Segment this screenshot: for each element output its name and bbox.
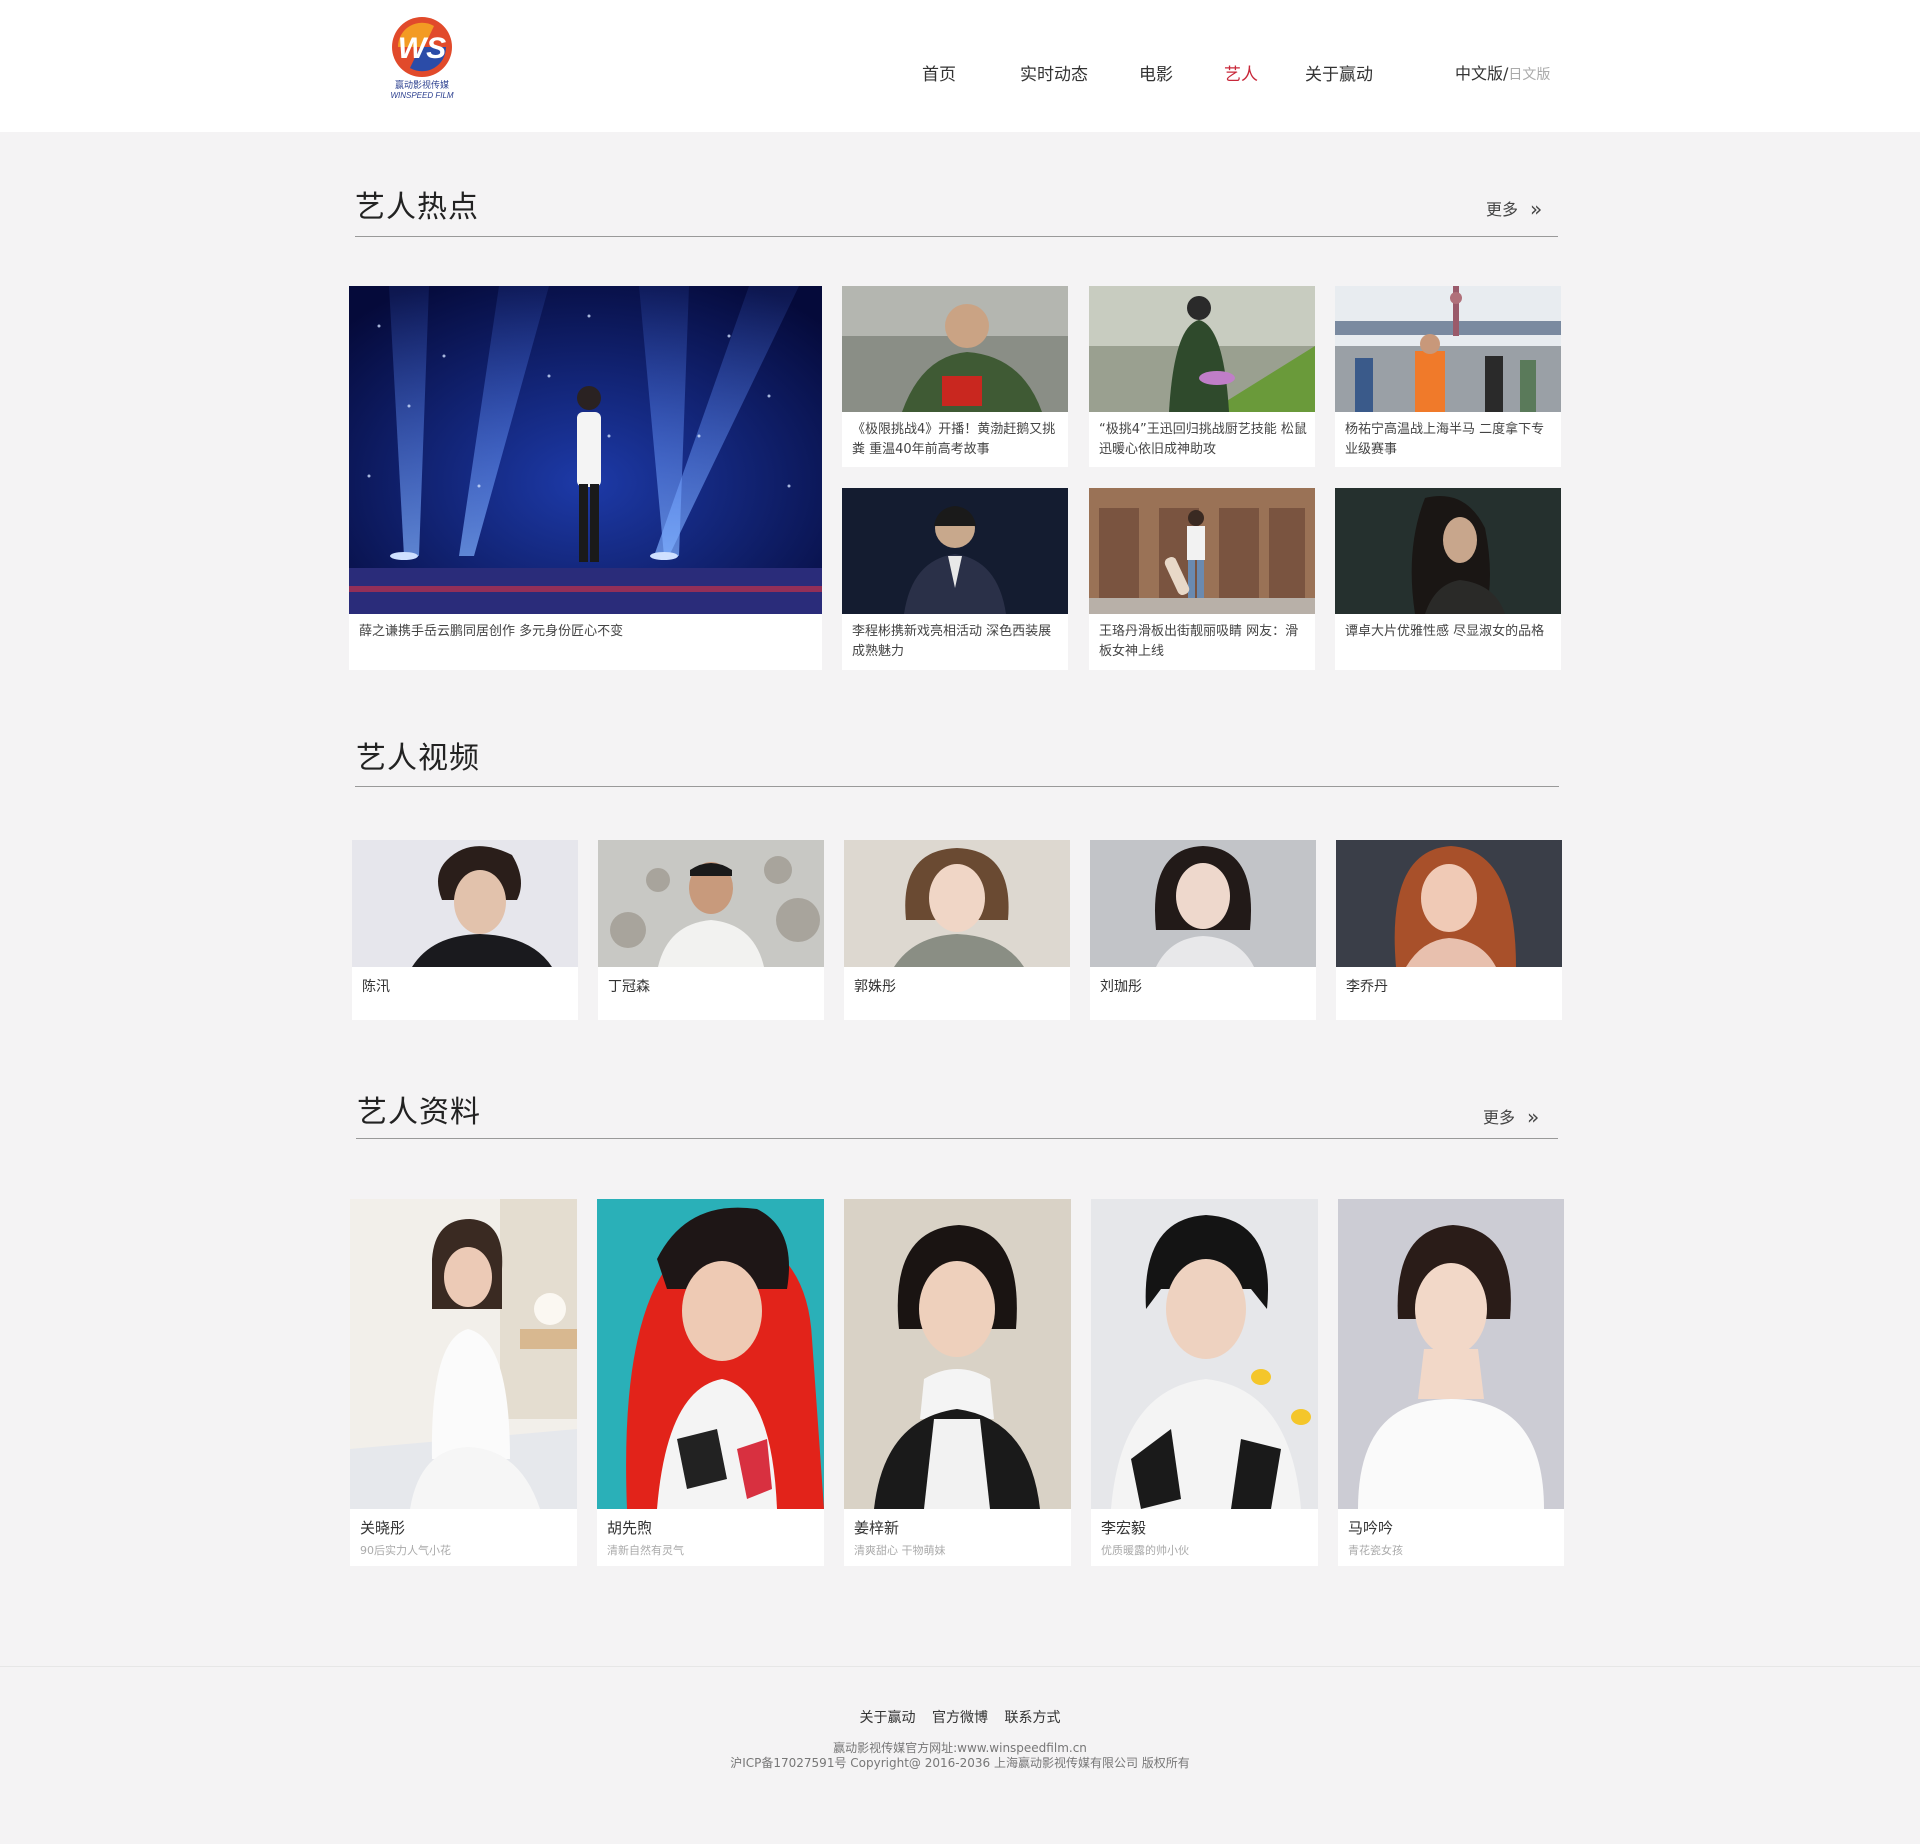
artist-name: 李乔丹 <box>1346 979 1388 995</box>
nav-artists[interactable]: 艺人 <box>1224 60 1258 85</box>
artist-name: 丁冠森 <box>608 979 650 995</box>
double-chevron-right-icon: » <box>1527 1105 1540 1129</box>
artist-name: 关晓彤 <box>360 1519 406 1537</box>
hot-main-caption: 薛之谦携手岳云鹏同居创作 多元身份匠心不变 <box>359 624 624 639</box>
company-logo[interactable]: WS 赢动影视传媒 WINSPEED FILM <box>384 14 460 100</box>
artist-portrait <box>1338 1199 1564 1509</box>
artist-portrait <box>844 1199 1071 1509</box>
artist-video-thumbnail <box>1336 840 1562 967</box>
hot-caption: “极挑4”王迅回归挑战厨艺技能 松鼠迅暖心依旧成神助攻 <box>1099 422 1307 457</box>
artist-video-thumbnail <box>598 840 824 967</box>
profile-card[interactable]: 胡先煦 清新自然有灵气 <box>597 1199 824 1566</box>
video-card[interactable]: 刘珈彤 <box>1090 840 1316 1020</box>
double-chevron-right-icon: » <box>1530 197 1543 221</box>
hot-caption: 谭卓大片优雅性感 尽显淑女的品格 <box>1345 624 1545 639</box>
artist-portrait <box>350 1199 577 1509</box>
artist-name: 胡先煦 <box>607 1519 653 1537</box>
section-divider <box>355 236 1558 237</box>
artist-video-thumbnail <box>844 840 1070 967</box>
hot-card[interactable]: 杨祐宁高温战上海半马 二度拿下专业级赛事 <box>1335 286 1561 467</box>
concert-stage-photo <box>349 286 822 614</box>
main-nav: 首页 实时动态 电影 艺人 关于赢动 中文版/日文版 <box>0 60 1920 85</box>
hot-caption: 杨祐宁高温战上海半马 二度拿下专业级赛事 <box>1345 422 1545 457</box>
section-divider <box>355 786 1559 787</box>
profiles-more-link[interactable]: 更多 » <box>1483 1104 1539 1129</box>
artist-name: 刘珈彤 <box>1100 979 1142 995</box>
profile-card[interactable]: 关晓彤 90后实力人气小花 <box>350 1199 577 1566</box>
news-photo <box>842 286 1068 412</box>
news-photo <box>1335 488 1561 614</box>
artist-name: 马吟吟 <box>1348 1519 1394 1537</box>
artist-name: 陈汛 <box>362 979 390 995</box>
artist-description: 90后实力人气小花 <box>360 1544 451 1557</box>
artist-portrait <box>597 1199 824 1509</box>
artist-description: 清爽甜心 干物萌妹 <box>854 1544 946 1557</box>
hot-more-link[interactable]: 更多 » <box>1486 196 1542 221</box>
footer-link-about[interactable]: 关于赢动 <box>860 1710 916 1726</box>
artist-video-thumbnail <box>1090 840 1316 967</box>
artist-portrait <box>1091 1199 1318 1509</box>
nav-home[interactable]: 首页 <box>922 60 956 85</box>
nav-about[interactable]: 关于赢动 <box>1305 60 1373 85</box>
news-photo <box>842 488 1068 614</box>
section-title-videos: 艺人视频 <box>356 741 480 776</box>
nav-movies[interactable]: 电影 <box>1139 60 1173 85</box>
lang-chinese[interactable]: 中文版 <box>1455 64 1503 83</box>
footer-link-contact[interactable]: 联系方式 <box>1004 1710 1060 1726</box>
hot-main-card[interactable]: 薛之谦携手岳云鹏同居创作 多元身份匠心不变 <box>349 286 822 670</box>
more-label: 更多 <box>1483 1108 1516 1127</box>
nav-news[interactable]: 实时动态 <box>1020 60 1088 85</box>
artist-name: 姜梓新 <box>854 1519 900 1537</box>
hot-card[interactable]: 《极限挑战4》开播！黄渤赶鹅又挑粪 重温40年前高考故事 <box>842 286 1068 467</box>
more-label: 更多 <box>1486 200 1519 219</box>
footer-links: 关于赢动 官方微博 联系方式 <box>0 1707 1920 1727</box>
footer-link-weibo[interactable]: 官方微博 <box>932 1710 988 1726</box>
section-divider <box>356 1138 1558 1139</box>
profile-card[interactable]: 李宏毅 优质暖露的帅小伙 <box>1091 1199 1318 1566</box>
news-photo <box>1335 286 1561 412</box>
hot-caption: 李程彬携新戏亮相活动 深色西装展成熟魅力 <box>852 624 1052 659</box>
artist-description: 优质暖露的帅小伙 <box>1101 1544 1189 1557</box>
artist-description: 青花瓷女孩 <box>1348 1544 1403 1557</box>
artist-description: 清新自然有灵气 <box>607 1544 684 1557</box>
footer-copyright: 沪ICP备17027591号 Copyright@ 2016-2036 上海赢动… <box>730 1756 1190 1770</box>
artist-video-thumbnail <box>352 840 578 967</box>
hot-card[interactable]: 王珞丹滑板出街靓丽吸睛 网友：滑板女神上线 <box>1089 488 1315 670</box>
profile-card[interactable]: 姜梓新 清爽甜心 干物萌妹 <box>844 1199 1071 1566</box>
artist-name: 李宏毅 <box>1101 1519 1147 1537</box>
hot-card[interactable]: 谭卓大片优雅性感 尽显淑女的品格 <box>1335 488 1561 670</box>
hot-card[interactable]: “极挑4”王迅回归挑战厨艺技能 松鼠迅暖心依旧成神助攻 <box>1089 286 1315 467</box>
section-title-profiles: 艺人资料 <box>357 1095 481 1130</box>
news-photo <box>1089 286 1315 412</box>
video-card[interactable]: 李乔丹 <box>1336 840 1562 1020</box>
site-header: WS 赢动影视传媒 WINSPEED FILM 首页 实时动态 电影 艺人 关于… <box>0 0 1920 132</box>
site-footer: 关于赢动 官方微博 联系方式 赢动影视传媒官方网址:www.winspeedfi… <box>0 1666 1920 1844</box>
video-card[interactable]: 郭姝彤 <box>844 840 1070 1020</box>
news-photo <box>1089 488 1315 614</box>
hot-caption: 王珞丹滑板出街靓丽吸睛 网友：滑板女神上线 <box>1099 624 1299 659</box>
video-card[interactable]: 丁冠森 <box>598 840 824 1020</box>
section-title-hot: 艺人热点 <box>355 190 479 225</box>
lang-japanese[interactable]: 日文版 <box>1508 67 1550 83</box>
artist-name: 郭姝彤 <box>854 979 896 995</box>
hot-caption: 《极限挑战4》开播！黄渤赶鹅又挑粪 重温40年前高考故事 <box>852 422 1056 457</box>
video-card[interactable]: 陈汛 <box>352 840 578 1020</box>
language-switch: 中文版/日文版 <box>1455 60 1550 84</box>
hot-card[interactable]: 李程彬携新戏亮相活动 深色西装展成熟魅力 <box>842 488 1068 670</box>
profile-card[interactable]: 马吟吟 青花瓷女孩 <box>1338 1199 1564 1566</box>
svg-text:WINSPEED FILM: WINSPEED FILM <box>390 91 453 100</box>
